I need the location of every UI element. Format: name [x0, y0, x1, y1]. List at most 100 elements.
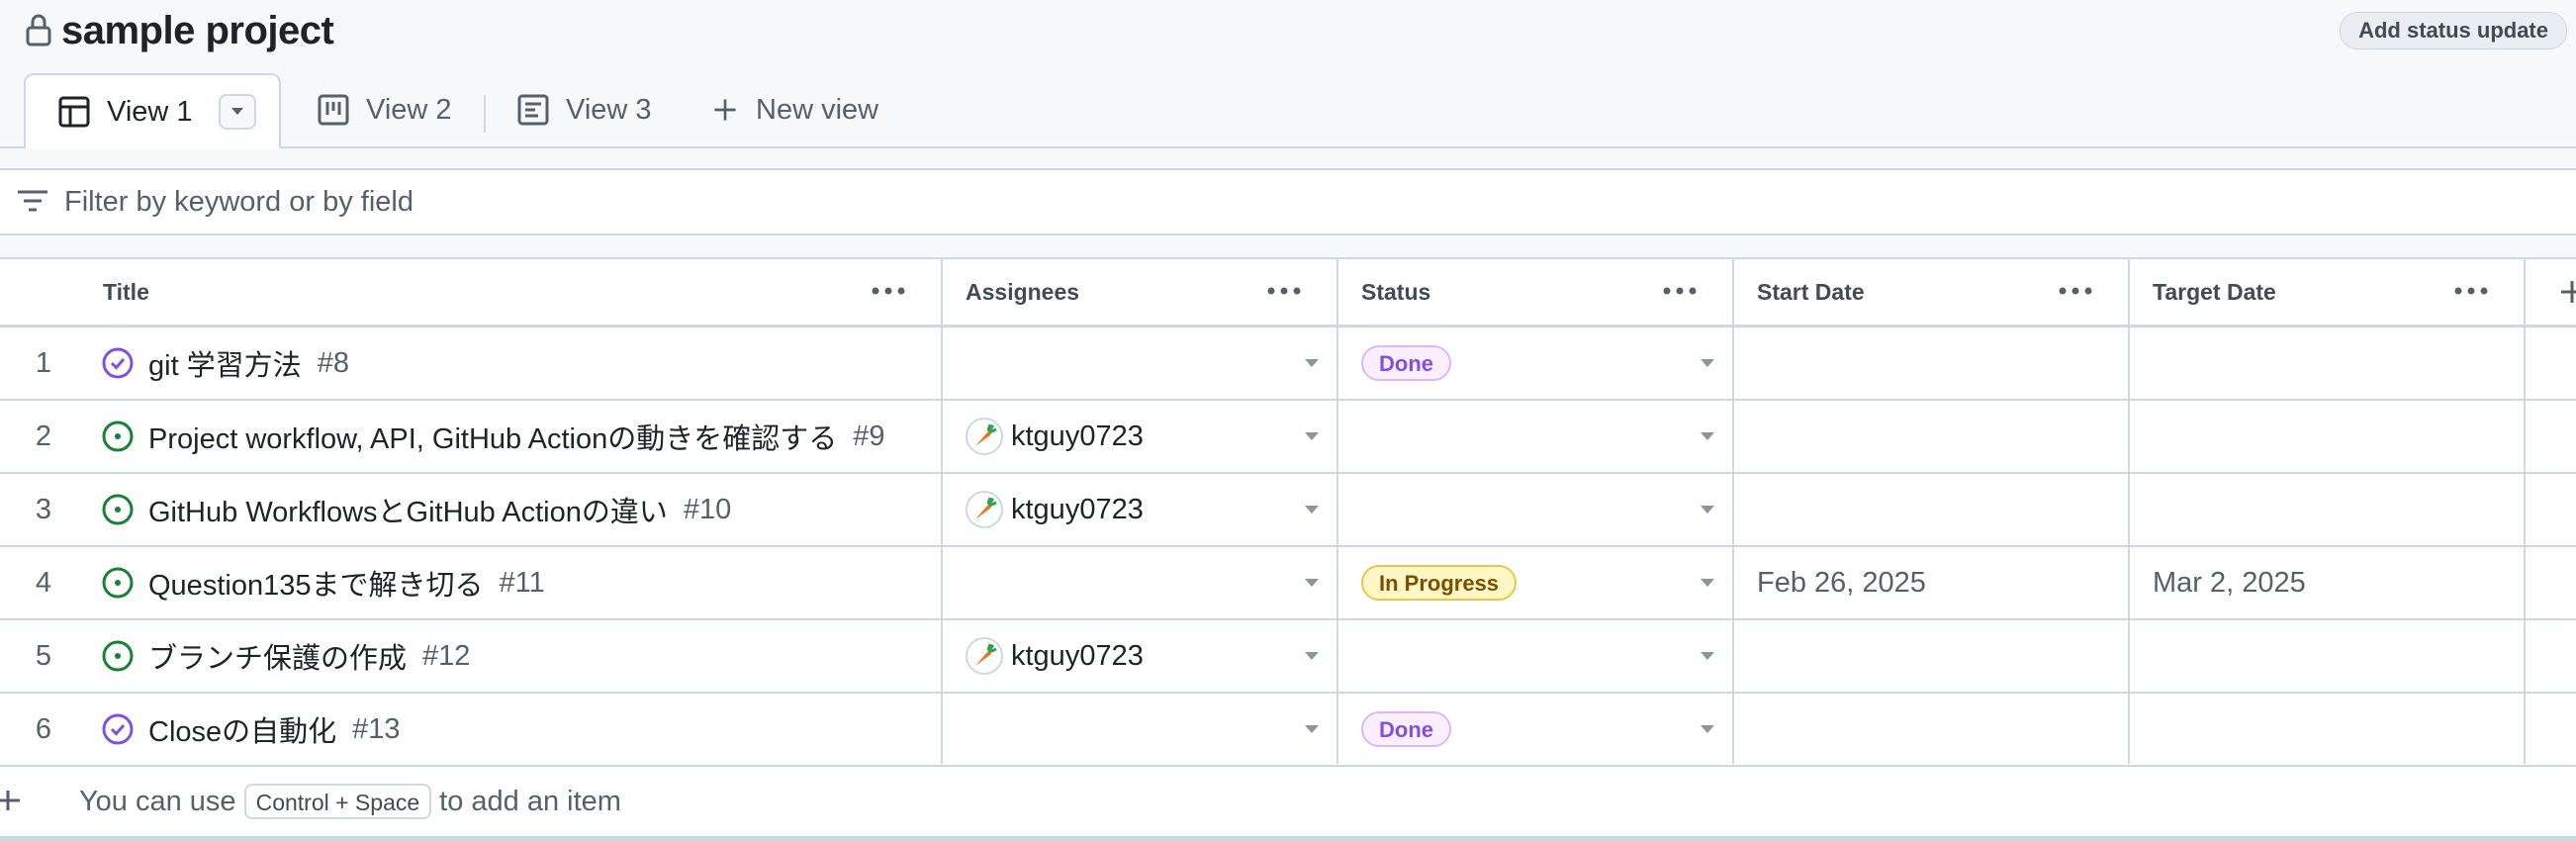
- column-menu-icon[interactable]: [871, 284, 906, 298]
- issue-open-icon: [102, 567, 134, 599]
- avatar: [966, 491, 1003, 528]
- status-cell[interactable]: In Progress: [1361, 547, 1518, 618]
- view-options-dropdown[interactable]: [218, 94, 256, 130]
- view-tabs: View 1 View 2 View 3 New view: [0, 73, 2576, 148]
- status-dropdown-caret[interactable]: [1701, 506, 1714, 514]
- new-view-button[interactable]: New view: [710, 73, 878, 146]
- row-number: 2: [35, 420, 52, 452]
- new-view-label: New view: [756, 93, 879, 126]
- carrot-icon: [975, 497, 997, 519]
- add-field-icon[interactable]: [2558, 279, 2576, 305]
- issue-title[interactable]: GitHub WorkflowsとGitHub Actionの違い: [148, 489, 668, 530]
- title-cell[interactable]: Project workflow, API, GitHub Actionの動きを…: [101, 401, 884, 472]
- project-table: Title Assignees Status Start Date Target…: [0, 257, 2576, 842]
- assignee-cell[interactable]: ktguy0723: [966, 401, 1144, 472]
- issue-title[interactable]: git 学習方法: [148, 342, 302, 384]
- issue-open-icon: [102, 494, 134, 525]
- triangle-down-icon: [230, 108, 243, 115]
- status-cell[interactable]: Done: [1361, 694, 1451, 765]
- row-number: 4: [35, 566, 52, 599]
- hint-suffix: to add an item: [439, 786, 621, 817]
- table-row[interactable]: 2 Project workflow, API, GitHub Actionの動…: [0, 401, 2576, 474]
- assignee-dropdown-caret[interactable]: [1305, 359, 1319, 367]
- table-row[interactable]: 6 Closeの自動化 #13 Done: [0, 694, 2576, 767]
- assignee-dropdown-caret[interactable]: [1305, 432, 1319, 440]
- hint-prefix: You can use: [79, 786, 236, 817]
- title-cell[interactable]: git 学習方法 #8: [101, 327, 349, 399]
- issue-closed-icon: [102, 347, 134, 379]
- tab-view-3[interactable]: View 3: [516, 73, 652, 146]
- column-header-title[interactable]: Title: [103, 259, 149, 325]
- assignee-dropdown-caret[interactable]: [1305, 506, 1319, 514]
- start-date-cell[interactable]: Feb 26, 2025: [1757, 547, 1926, 618]
- title-cell[interactable]: Question135まで解き切る #11: [101, 547, 545, 618]
- issue-title[interactable]: ブランチ保護の作成: [148, 635, 407, 677]
- table-header-row: Title Assignees Status Start Date Target…: [0, 259, 2576, 327]
- status-dropdown-caret[interactable]: [1701, 579, 1714, 587]
- column-header-start-date[interactable]: Start Date: [1757, 259, 1865, 325]
- column-header-status[interactable]: Status: [1361, 259, 1430, 325]
- carrot-icon: [975, 643, 997, 666]
- tab-view-1[interactable]: View 1: [24, 73, 281, 148]
- tab-view-2[interactable]: View 2: [317, 73, 452, 146]
- title-cell[interactable]: GitHub WorkflowsとGitHub Actionの違い #10: [101, 474, 731, 545]
- assignee-dropdown-caret[interactable]: [1305, 725, 1319, 733]
- column-header-target-date[interactable]: Target Date: [2153, 259, 2276, 325]
- row-number: 1: [35, 346, 52, 379]
- assignee-name: ktguy0723: [1011, 420, 1144, 452]
- assignee-dropdown-caret[interactable]: [1305, 652, 1319, 660]
- issue-title[interactable]: Question135まで解き切る: [148, 562, 483, 604]
- table-row[interactable]: 5 ブランチ保護の作成 #12 ktguy0723: [0, 620, 2576, 694]
- status-badge: Done: [1361, 345, 1451, 381]
- issue-open-icon: [102, 421, 134, 452]
- assignee-name: ktguy0723: [1011, 493, 1144, 525]
- plus-icon: [714, 99, 736, 121]
- column-menu-icon[interactable]: [2453, 284, 2489, 298]
- issue-open-icon: [102, 640, 134, 672]
- row-number: 5: [35, 639, 52, 672]
- status-badge: Done: [1361, 711, 1451, 747]
- status-dropdown-caret[interactable]: [1701, 359, 1714, 367]
- column-menu-icon[interactable]: [1662, 284, 1698, 298]
- avatar: [966, 418, 1003, 455]
- lock-icon: [26, 14, 51, 47]
- table-row[interactable]: 4 Question135まで解き切る #11 In Progress Feb …: [0, 547, 2576, 620]
- filter-icon: [18, 190, 47, 212]
- column-header-assignees[interactable]: Assignees: [966, 259, 1079, 325]
- status-dropdown-caret[interactable]: [1701, 652, 1714, 660]
- table-row[interactable]: 1 git 学習方法 #8 Done: [0, 327, 2576, 401]
- add-status-update-button[interactable]: Add status update: [2340, 12, 2567, 49]
- assignee-dropdown-caret[interactable]: [1305, 579, 1319, 587]
- assignee-cell[interactable]: ktguy0723: [966, 620, 1144, 692]
- issue-title[interactable]: Closeの自動化: [148, 708, 336, 750]
- row-number: 3: [35, 493, 52, 525]
- target-date-cell[interactable]: Mar 2, 2025: [2153, 547, 2306, 618]
- filter-bar[interactable]: Filter by keyword or by field: [0, 168, 2576, 235]
- table-row[interactable]: 3 GitHub WorkflowsとGitHub Actionの違い #10 …: [0, 474, 2576, 547]
- filter-input[interactable]: Filter by keyword or by field: [64, 170, 414, 234]
- assignee-cell[interactable]: ktguy0723: [966, 474, 1144, 545]
- carrot-icon: [975, 423, 997, 446]
- project-title: sample project: [61, 9, 334, 52]
- status-badge: In Progress: [1361, 565, 1518, 601]
- plus-icon[interactable]: [0, 789, 22, 812]
- issue-number: #9: [853, 420, 885, 452]
- tab-view-3-label: View 3: [566, 93, 652, 126]
- issue-number: #8: [317, 346, 349, 379]
- board-icon: [318, 94, 349, 126]
- add-item-row[interactable]: You can use Control + Space to add an it…: [0, 767, 2576, 842]
- issue-number: #13: [352, 712, 401, 745]
- issue-title[interactable]: Project workflow, API, GitHub Actionの動きを…: [148, 416, 837, 457]
- column-menu-icon[interactable]: [1266, 284, 1302, 298]
- status-dropdown-caret[interactable]: [1701, 725, 1714, 733]
- assignee-name: ktguy0723: [1011, 639, 1144, 672]
- status-dropdown-caret[interactable]: [1701, 432, 1714, 440]
- title-cell[interactable]: Closeの自動化 #13: [101, 694, 401, 765]
- title-cell[interactable]: ブランチ保護の作成 #12: [101, 620, 470, 692]
- tab-view-1-label: View 1: [107, 95, 193, 128]
- issue-number: #10: [683, 493, 732, 525]
- status-cell[interactable]: Done: [1361, 327, 1451, 399]
- column-menu-icon[interactable]: [2058, 284, 2093, 298]
- avatar: [966, 637, 1003, 675]
- issue-number: #12: [422, 639, 471, 672]
